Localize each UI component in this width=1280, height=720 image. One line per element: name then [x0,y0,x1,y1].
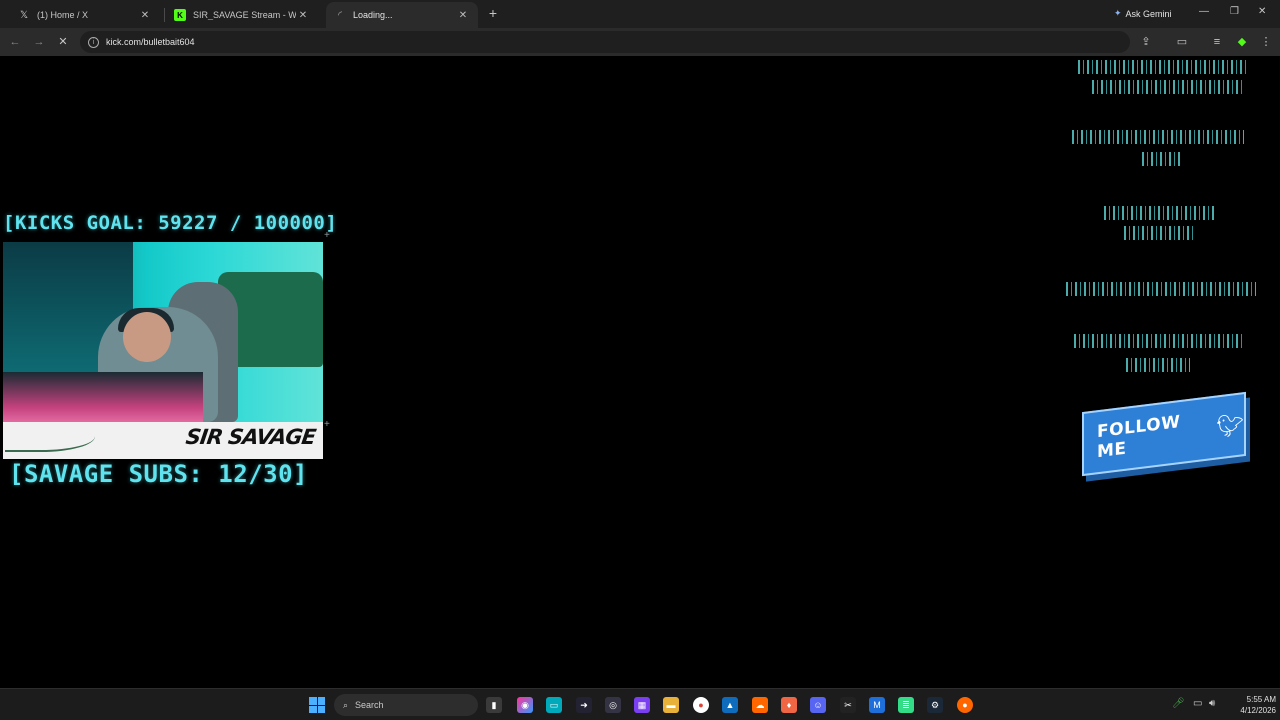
kicks-goal-counter: [KICKS GOAL: 59227 / 100000] [3,212,338,234]
browser-tabstrip: 𝕏 (1) Home / X ✕ K SIR_SAVAGE Stream - W… [0,0,1280,28]
grid-app-icon[interactable]: ▦ [634,697,650,713]
microphone-icon[interactable]: 🎤︎ [1172,698,1185,709]
streamer-brand-logo: SIR SAVAGE [184,425,317,449]
restore-icon[interactable]: ❐ [1230,6,1239,17]
webcam-desk [3,372,203,422]
search-icon: ⌕ [343,699,349,710]
obs-icon[interactable]: ◎ [605,697,621,713]
ask-gemini-label: Ask Gemini [1125,8,1172,19]
steam-icon[interactable]: ⚙ [927,697,943,713]
map-pin-icon[interactable]: ♦ [781,697,797,713]
volume-icon[interactable]: 🔊︎ [1209,698,1215,709]
ask-gemini-button[interactable]: ✦ Ask Gemini [1106,5,1180,22]
new-tab-button[interactable]: + [484,4,502,22]
glitch-line [1074,334,1244,348]
share-icon[interactable]: ⇪ [1138,34,1154,50]
forward-arrow-icon[interactable]: → [31,34,47,50]
search-placeholder: Search [355,700,384,710]
close-icon[interactable]: ✕ [296,10,310,21]
music-app-icon[interactable]: ● [957,697,973,713]
tab-separator [164,8,165,22]
glitch-line [1126,358,1190,372]
clock-time: 5:55 AM [1246,695,1276,704]
discord-icon[interactable]: ☺ [810,697,826,713]
clock-date: 4/12/2026 [1240,706,1276,715]
glitch-text-decoration [1062,56,1262,386]
browser-toolbar: ← → ✕ i kick.com/bulletbait604 ⇪ ▭ ≡ ◆ ⋮ [0,28,1280,56]
glitch-line [1072,130,1244,144]
minimize-icon[interactable]: — [1199,6,1209,17]
menu-kebab-icon[interactable]: ⋮ [1258,34,1274,50]
address-bar[interactable]: i kick.com/bulletbait604 [80,31,1130,53]
media-controls-icon[interactable]: ≡ [1209,34,1225,50]
close-icon[interactable]: ✕ [138,10,152,21]
kick-logo-icon: K [174,9,186,21]
media-app-icon[interactable]: ➜ [576,697,592,713]
gemini-sparkle-icon: ✦ [1114,8,1122,18]
glitch-line [1092,80,1242,94]
network-icon[interactable]: ▭ [1193,698,1202,709]
tab-title: (1) Home / X [37,10,89,20]
glitch-line [1066,282,1256,296]
windows-taskbar: ⌕ Search ▮ ◉ ▭ ➜ ◎ ▦ ▬ ● ▲ ☁ ♦ ☺ ✂ M ≣ ⚙… [0,688,1280,720]
taskbar-search-box[interactable]: ⌕ Search [334,694,478,716]
chrome-icon[interactable]: ● [693,697,709,713]
glitch-line [1124,226,1194,240]
webcam-feed: SIR SAVAGE [3,242,323,459]
loading-spinner-icon: ◜ [338,9,342,21]
stop-loading-icon[interactable]: ✕ [55,34,71,50]
file-explorer-icon[interactable]: ▬ [663,697,679,713]
capcut-icon[interactable]: ✂ [840,697,856,713]
follow-me-button[interactable]: FOLLOW ME 🐦︎ [1082,391,1246,477]
taskbar-clock[interactable]: 5:55 AM 4/12/2026 [1226,694,1276,716]
twitter-bird-icon: 🐦︎ [1216,411,1244,440]
desktop-icon[interactable]: ▭ [546,697,562,713]
plus-marker-icon: + [324,419,330,430]
copilot-icon[interactable]: ◉ [517,697,533,713]
close-icon[interactable]: ✕ [456,10,470,21]
stream-overlay-page: [KICKS GOAL: 59227 / 100000] SIR SAVAGE … [0,56,1280,688]
site-info-icon[interactable]: i [88,36,99,48]
close-window-icon[interactable]: ✕ [1258,6,1266,17]
subs-goal-counter: [SAVAGE SUBS: 12/30] [9,460,308,488]
mdi-app-icon[interactable]: M [869,697,885,713]
x-logo-icon: 𝕏 [19,9,29,21]
follow-me-label: FOLLOW ME [1097,411,1181,463]
url-text: kick.com/bulletbait604 [106,37,195,47]
notepad-icon[interactable]: ≣ [898,697,914,713]
cast-icon[interactable]: ▭ [1174,34,1190,50]
back-arrow-icon[interactable]: ← [7,34,23,50]
tab-x-home[interactable]: 𝕏 (1) Home / X ✕ [10,2,160,28]
photos-icon[interactable]: ▲ [722,697,738,713]
tab-kick-stream[interactable]: K SIR_SAVAGE Stream - Watch Li ✕ [166,2,318,28]
glitch-line [1142,152,1182,166]
tab-title: Loading... [353,10,393,20]
windows-start-icon[interactable] [309,697,325,713]
tab-loading[interactable]: ◜ Loading... ✕ [326,2,478,28]
glitch-line [1078,60,1248,74]
tab-title: SIR_SAVAGE Stream - Watch Li [193,10,296,20]
task-view-icon[interactable]: ▮ [486,697,502,713]
extension-icon[interactable]: ◆ [1234,34,1250,50]
webcam-streamer-head [123,312,171,362]
soundcloud-icon[interactable]: ☁ [752,697,768,713]
glitch-line [1104,206,1214,220]
plus-marker-icon: + [324,230,330,241]
